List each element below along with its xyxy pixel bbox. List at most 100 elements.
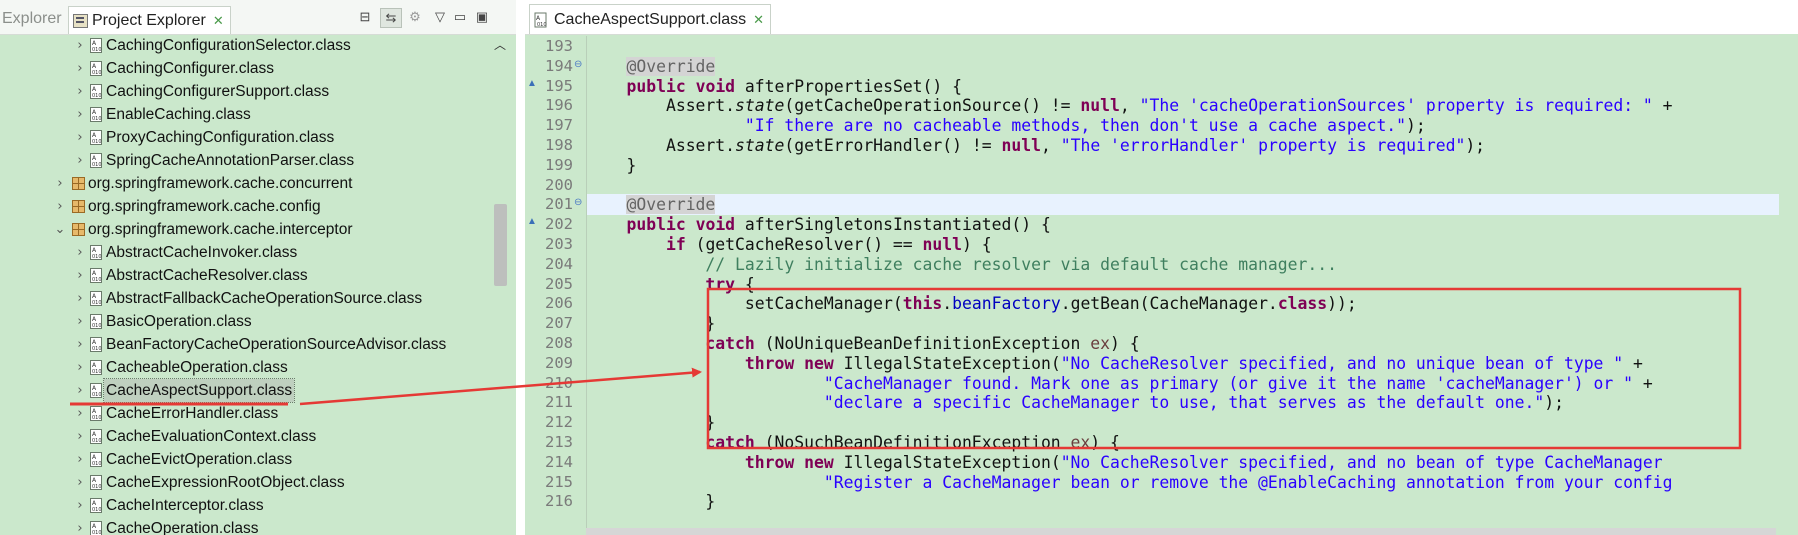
code-token: setCacheManager( (744, 294, 903, 314)
chevron-right-icon[interactable]: › (74, 264, 86, 287)
chevron-right-icon[interactable]: › (74, 103, 86, 126)
code-token: throw (744, 353, 795, 373)
code-line: @Override (587, 56, 1787, 77)
chevron-right-icon[interactable]: › (74, 34, 86, 57)
filter-icon[interactable]: ⚙ (406, 8, 424, 26)
tree-class-item[interactable]: › A 010 CachingConfigurer.class (0, 57, 500, 80)
tree-class-item[interactable]: › A 010 AbstractCacheResolver.class (0, 264, 500, 287)
class-file-icon: A010 (90, 153, 102, 168)
chevron-right-icon[interactable]: › (54, 172, 66, 195)
chevron-down-icon[interactable]: ⌄ (54, 218, 66, 241)
fold-toggle-icon[interactable]: ⊖ (574, 197, 584, 208)
code-token: ex (1090, 334, 1111, 353)
code-line: } (587, 313, 1787, 334)
tree-class-item[interactable]: › A 010 SpringCacheAnnotationParser.class (0, 149, 500, 172)
code-token: ex (1070, 433, 1091, 452)
chevron-right-icon[interactable]: › (74, 310, 86, 333)
editor-horizontal-scrollbar[interactable] (586, 528, 1776, 535)
tree-class-item[interactable]: › A 010 CacheErrorHandler.class (0, 402, 500, 425)
code-token: (getErrorHandler() != (784, 136, 1002, 155)
tree-package-item[interactable]: › org.springframework.cache.config (0, 195, 500, 218)
code-token: afterSingletonsInstantiated() { (735, 215, 1051, 235)
close-icon[interactable]: ✕ (753, 12, 764, 28)
line-number: 210 (545, 373, 573, 392)
svg-text:010: 010 (92, 530, 102, 535)
chevron-right-icon[interactable]: › (74, 494, 86, 517)
pane-divider[interactable] (516, 0, 525, 535)
tab-explorer[interactable]: Explorer (0, 6, 62, 32)
tree-class-item[interactable]: › A 010 AbstractCacheInvoker.class (0, 241, 500, 264)
link-with-editor-icon[interactable]: ⇆ (380, 8, 402, 28)
chevron-right-icon[interactable]: › (74, 379, 86, 402)
chevron-right-icon[interactable]: › (74, 287, 86, 310)
tree-class-item[interactable]: › A 010 BeanFactoryCacheOperationSourceAdvi… (0, 333, 500, 356)
tree-class-item[interactable]: › A 010 CacheAspectSupport.class (0, 378, 500, 403)
chevron-right-icon[interactable]: › (74, 356, 86, 379)
tab-project-explorer[interactable]: Project Explorer ✕ (68, 6, 231, 34)
code-token: catch (705, 433, 755, 452)
chevron-right-icon[interactable]: › (74, 517, 86, 535)
line-number: 194 (545, 56, 573, 75)
maximize-icon[interactable]: ▣ (474, 8, 490, 26)
tree-class-item[interactable]: › A 010 BasicOperation.class (0, 310, 500, 333)
tree-package-item[interactable]: › org.springframework.cache.concurrent (0, 172, 500, 195)
tree-package-item[interactable]: ⌄ org.springframework.cache.interceptor (0, 218, 500, 241)
code-line: } (587, 412, 1787, 433)
tree-class-item[interactable]: › A 010 CacheInterceptor.class (0, 494, 500, 517)
svg-text:010: 010 (92, 300, 102, 306)
tree-class-item[interactable]: › A 010 AbstractFallbackCacheOperationSourc… (0, 287, 500, 310)
tree-item-label: CacheAspectSupport.class (102, 378, 296, 403)
tree-class-item[interactable]: › A 010 CacheableOperation.class (0, 356, 500, 379)
code-token: (getCacheResolver() == (685, 235, 923, 254)
chevron-right-icon[interactable]: › (74, 333, 86, 356)
line-number: 206 (545, 294, 573, 313)
line-number-gutter: 193 194 ⊖ 195 196 197 198 199 200 201 ⊖ 202 203 204 20… (525, 36, 588, 535)
chevron-right-icon[interactable]: › (74, 241, 86, 264)
chevron-right-icon[interactable]: › (74, 471, 86, 494)
class-file-icon: A010 (90, 291, 102, 306)
tab-cache-aspect-support[interactable]: A 010 CacheAspectSupport.class ✕ (529, 4, 772, 34)
scroll-up-arrow-icon[interactable]: ︿ (490, 36, 510, 54)
chevron-right-icon[interactable]: › (74, 425, 86, 448)
collapse-all-icon[interactable]: ⊟ (356, 8, 374, 26)
line-number: 201 (545, 195, 573, 214)
chevron-right-icon[interactable]: › (74, 126, 86, 149)
tree-vertical-scrollbar[interactable]: ︿ (490, 34, 510, 535)
chevron-right-icon[interactable]: › (74, 402, 86, 425)
editor-vertical-scrollbar[interactable] (1779, 34, 1798, 535)
fold-toggle-icon[interactable]: ⊖ (574, 59, 584, 70)
scrollbar-thumb[interactable] (494, 204, 507, 286)
tree-class-item[interactable]: › A 010 CacheEvictOperation.class (0, 448, 500, 471)
tab-project-explorer-label: Project Explorer (92, 11, 206, 29)
code-token: "If there are no cacheable methods, then… (744, 116, 1407, 136)
code-line: "If there are no cacheable methods, then… (587, 115, 1787, 136)
chevron-right-icon[interactable]: › (74, 149, 86, 172)
view-menu-icon[interactable]: ▽ (432, 8, 448, 26)
code-text-area[interactable]: @Override public void afterPropertiesSet… (586, 36, 1787, 535)
code-token: "CacheManager found. Mark one as primary… (823, 373, 1634, 393)
tree-class-item[interactable]: › A 010 CacheExpressionRootObject.class (0, 471, 500, 494)
tree-item-label: SpringCacheAnnotationParser.class (106, 152, 355, 169)
line-number: 213 (545, 433, 573, 451)
close-icon[interactable]: ✕ (213, 8, 224, 34)
code-token: .getBean(CacheManager. (1060, 294, 1278, 314)
tree-class-item[interactable]: › A 010 CachingConfigurerSupport.class (0, 80, 500, 103)
tree-class-item[interactable]: › A 010 ProxyCachingConfiguration.class (0, 126, 500, 149)
chevron-right-icon[interactable]: › (74, 80, 86, 103)
tree-class-item[interactable]: › A 010 CachingConfigurationSelector.class (0, 34, 500, 57)
chevron-right-icon[interactable]: › (74, 57, 86, 80)
minimize-icon[interactable]: ▭ (452, 8, 468, 26)
tree-class-item[interactable]: › A 010 CacheOperation.class (0, 517, 500, 535)
tree-item-label: CacheExpressionRootObject.class (106, 474, 345, 491)
package-icon (72, 200, 85, 213)
code-token: } (587, 314, 716, 334)
tree-class-item[interactable]: › A 010 EnableCaching.class (0, 103, 500, 126)
chevron-right-icon[interactable]: › (54, 195, 66, 218)
tree-class-item[interactable]: › A 010 CacheEvaluationContext.class (0, 425, 500, 448)
chevron-right-icon[interactable]: › (74, 448, 86, 471)
